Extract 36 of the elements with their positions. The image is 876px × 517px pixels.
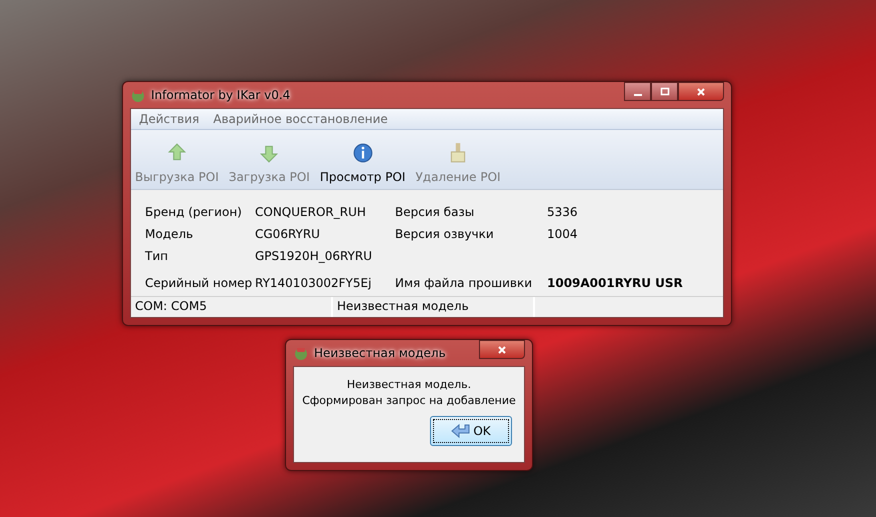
menu-item[interactable]: Аварийное восстановление: [213, 112, 388, 126]
maximize-button[interactable]: [651, 82, 678, 101]
field-label: Версия озвучки: [395, 226, 495, 240]
field-label: Тип: [145, 248, 169, 262]
toolbar-button[interactable]: Просмотр POI: [318, 142, 408, 184]
info-icon: [352, 142, 374, 164]
field-value: CG06RYRU: [255, 226, 321, 240]
close-icon: [696, 86, 706, 96]
app-icon: [130, 87, 146, 103]
field-label: Серийный номер: [145, 276, 254, 290]
field-label: Имя файла прошивки: [395, 276, 534, 290]
dialog-title: Неизвестная модель: [314, 346, 446, 360]
status-text: COM: COM5: [131, 297, 333, 317]
close-button[interactable]: [678, 82, 724, 101]
close-button[interactable]: [479, 340, 525, 359]
menu-item[interactable]: Действия: [139, 112, 200, 126]
field-value: RY140103002FY5Ej: [255, 276, 372, 290]
field-label: Бренд (регион): [145, 204, 243, 218]
window-title: Informator by IKar v0.4: [151, 88, 290, 102]
close-icon: [497, 344, 507, 354]
field-value: 5336: [547, 204, 579, 218]
field-label: Версия базы: [395, 204, 476, 218]
field-value: CONQUEROR_RUH: [255, 204, 367, 218]
return-arrow-icon: [451, 423, 472, 439]
message-text: Неизвестная модель.: [346, 377, 472, 393]
minimize-button[interactable]: [624, 82, 651, 101]
minimize-icon: [634, 94, 642, 96]
maximize-icon: [660, 86, 670, 96]
message-text: Сформирован запрос на добавление: [302, 393, 516, 409]
status-text: Неизвестная модель: [333, 297, 535, 317]
app-icon: [293, 345, 309, 361]
field-value: 1009A001RYRU USR: [547, 276, 684, 290]
field-value: 1004: [547, 226, 579, 240]
ok-button[interactable]: OK: [430, 416, 512, 446]
field-label: Модель: [145, 226, 194, 240]
field-value: GPS1920H_06RYRU: [255, 248, 374, 262]
